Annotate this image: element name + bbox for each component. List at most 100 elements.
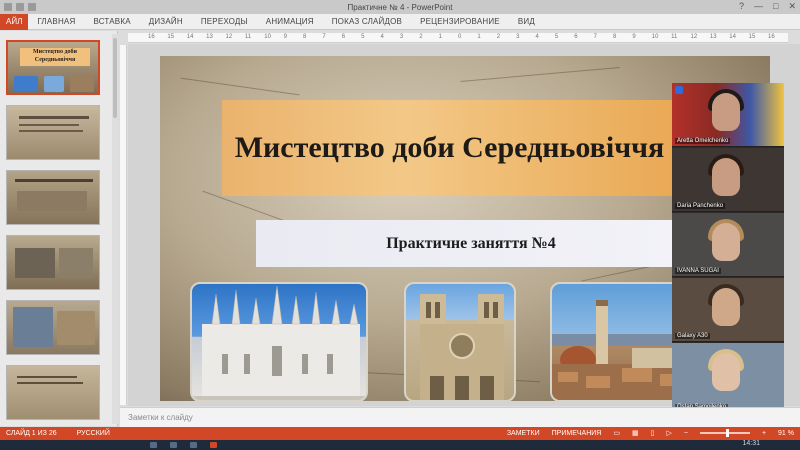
ruler-tick-label: 7 [322,34,326,40]
participant-icon [675,86,683,94]
florence-image[interactable] [550,282,690,401]
taskbar-app-icon[interactable] [150,442,157,448]
ruler-tick-label: 6 [341,34,346,40]
video-call-panel: Aretta Omelchenko Daria Panchenko IVANNA… [672,83,784,413]
ruler-tick-label: 5 [554,34,559,40]
zoom-slider-knob[interactable] [725,429,729,437]
thumbnail-image [44,76,64,92]
slide-thumbnail-1[interactable]: 1 Мистецтво доби Середньовіччя [6,40,100,95]
ruler-tick-label: 0 [458,34,462,40]
tab-design[interactable]: ДИЗАЙН [140,17,192,26]
participant-face [712,353,740,391]
participant-tile[interactable]: Aretta Omelchenko [672,83,784,147]
notes-pane[interactable]: Заметки к слайду [120,407,800,427]
notes-button[interactable]: ЗАМЕТКИ [507,430,540,437]
window-title: Практичне № 4 - PowerPoint [347,2,453,12]
zoom-slider[interactable] [699,429,750,437]
milan-cathedral-image[interactable] [190,282,368,401]
ruler-tick-label: 8 [303,34,307,40]
participant-tile[interactable]: Galaxy A30 [672,278,784,342]
slide-subtitle-box[interactable]: Практичне заняття №4 [256,220,686,267]
thumbnail-image [70,76,94,92]
ruler-tick-label: 16 [768,34,775,40]
scrollbar-thumb[interactable] [113,38,117,118]
ruler-tick-label: 6 [574,34,578,40]
powerpoint-taskbar-icon[interactable] [210,442,217,448]
language-indicator[interactable]: РУССКИЙ [77,430,110,437]
ruler-tick-label: 5 [361,34,365,40]
participant-face [712,93,740,131]
slide-thumbnail-3[interactable]: 3 [6,170,100,225]
ruler-tick-label: 16 [148,34,155,40]
taskbar-app-icon[interactable] [170,442,177,448]
tab-view[interactable]: ВИД [509,17,544,26]
participant-name: Aretta Omelchenko [675,138,731,144]
tab-review[interactable]: РЕЦЕНЗИРОВАНИЕ [411,17,509,26]
comments-button[interactable]: ПРИМЕЧАНИЯ [552,430,602,437]
ruler-tick-label: 10 [651,34,659,40]
taskbar-clock: 14:31 [742,440,760,447]
vertical-ruler [120,45,127,405]
maximize-button[interactable]: □ [773,1,778,12]
ruler-tick-label: 3 [399,34,404,40]
participant-face [712,288,740,326]
slideshow-icon[interactable]: ▷ [666,429,671,437]
tab-file[interactable]: АЙЛ [0,13,29,30]
slide-thumbnail-6[interactable]: 6 [6,365,100,420]
horizontal-ruler: 16 15 14 13 12 11 10 9 8 7 6 5 4 3 2 1 0 1 2 3 4 5 6 7 8 9 10 11 12 1… [128,33,788,43]
ruler-tick-label: 12 [690,34,698,40]
ruler-tick-label: 1 [438,34,442,40]
participant-name: IVANNA SUGAI [675,268,721,274]
zoom-level[interactable]: 91 % [778,430,794,437]
ruler-tick-label: 15 [167,34,175,40]
thumbnails-scrollbar[interactable] [112,34,118,424]
tab-insert[interactable]: ВСТАВКА [84,17,139,26]
ruler-tick-label: 1 [477,34,481,40]
help-button[interactable]: ? [739,1,744,12]
participant-name: Galaxy A30 [675,333,710,339]
slide-thumbnail-2[interactable]: 2 [6,105,100,160]
notre-dame-image[interactable] [404,282,516,401]
tab-transitions[interactable]: ПЕРЕХОДЫ [192,17,257,26]
zoom-in-button[interactable]: + [762,430,766,437]
slide-title-box[interactable]: Мистецтво доби Середньовіччя [222,100,677,196]
participant-tile[interactable]: Ostap Samoilenko [672,343,784,413]
ruler-tick-label: 4 [380,34,384,40]
slide-subtitle: Практичне заняття №4 [386,234,556,252]
status-right: ЗАМЕТКИ ПРИМЕЧАНИЯ ▭ ▦ ▯ ▷ − + 91 % [507,429,794,437]
tab-slideshow[interactable]: ПОКАЗ СЛАЙДОВ [323,17,411,26]
participant-name: Daria Panchenko [675,203,726,209]
windows-taskbar: 14:31 [0,440,800,450]
taskbar-app-icon[interactable] [190,442,197,448]
reading-view-icon[interactable]: ▯ [651,429,655,437]
ruler-tick-label: 4 [535,34,539,40]
ruler-tick-label: 13 [709,34,717,40]
slide-thumbnail-4[interactable]: 4 [6,235,100,290]
minimize-button[interactable]: — [754,1,763,12]
zoom-out-button[interactable]: − [684,430,688,437]
ruler-tick-label: 13 [206,34,213,40]
ruler-tick-label: 11 [244,34,252,40]
tab-animation[interactable]: АНИМАЦИЯ [257,17,323,26]
slide-sorter-icon[interactable]: ▦ [632,429,639,437]
close-button[interactable]: ✕ [788,1,796,12]
participant-tile[interactable]: IVANNA SUGAI [672,213,784,277]
ruler-tick-label: 8 [613,34,617,40]
ruler-tick-label: 14 [729,34,736,40]
participant-tile[interactable]: Daria Panchenko [672,148,784,212]
ribbon-tabs: АЙЛ ГЛАВНАЯ ВСТАВКА ДИЗАЙН ПЕРЕХОДЫ АНИМ… [0,13,800,30]
thumbnail-title: Мистецтво доби Середньовіччя [20,48,90,66]
ruler-tick-label: 14 [186,34,194,40]
participant-face [712,158,740,196]
normal-view-icon[interactable]: ▭ [613,429,620,437]
ruler-tick-label: 11 [671,34,678,40]
window-controls: ? — □ ✕ [739,1,796,12]
slide-counter: СЛАЙД 1 ИЗ 26 [6,430,57,437]
tab-home[interactable]: ГЛАВНАЯ [28,17,84,26]
ruler-tick-label: 15 [748,34,756,40]
ruler-tick-label: 2 [419,34,423,40]
slide-thumbnails-panel: 1 Мистецтво доби Середньовіччя 2 3 4 5 6 [0,31,118,426]
status-bar: СЛАЙД 1 ИЗ 26 РУССКИЙ ЗАМЕТКИ ПРИМЕЧАНИЯ… [0,427,800,440]
thumbnail-image [14,76,38,92]
slide-thumbnail-5[interactable]: 5 [6,300,100,355]
